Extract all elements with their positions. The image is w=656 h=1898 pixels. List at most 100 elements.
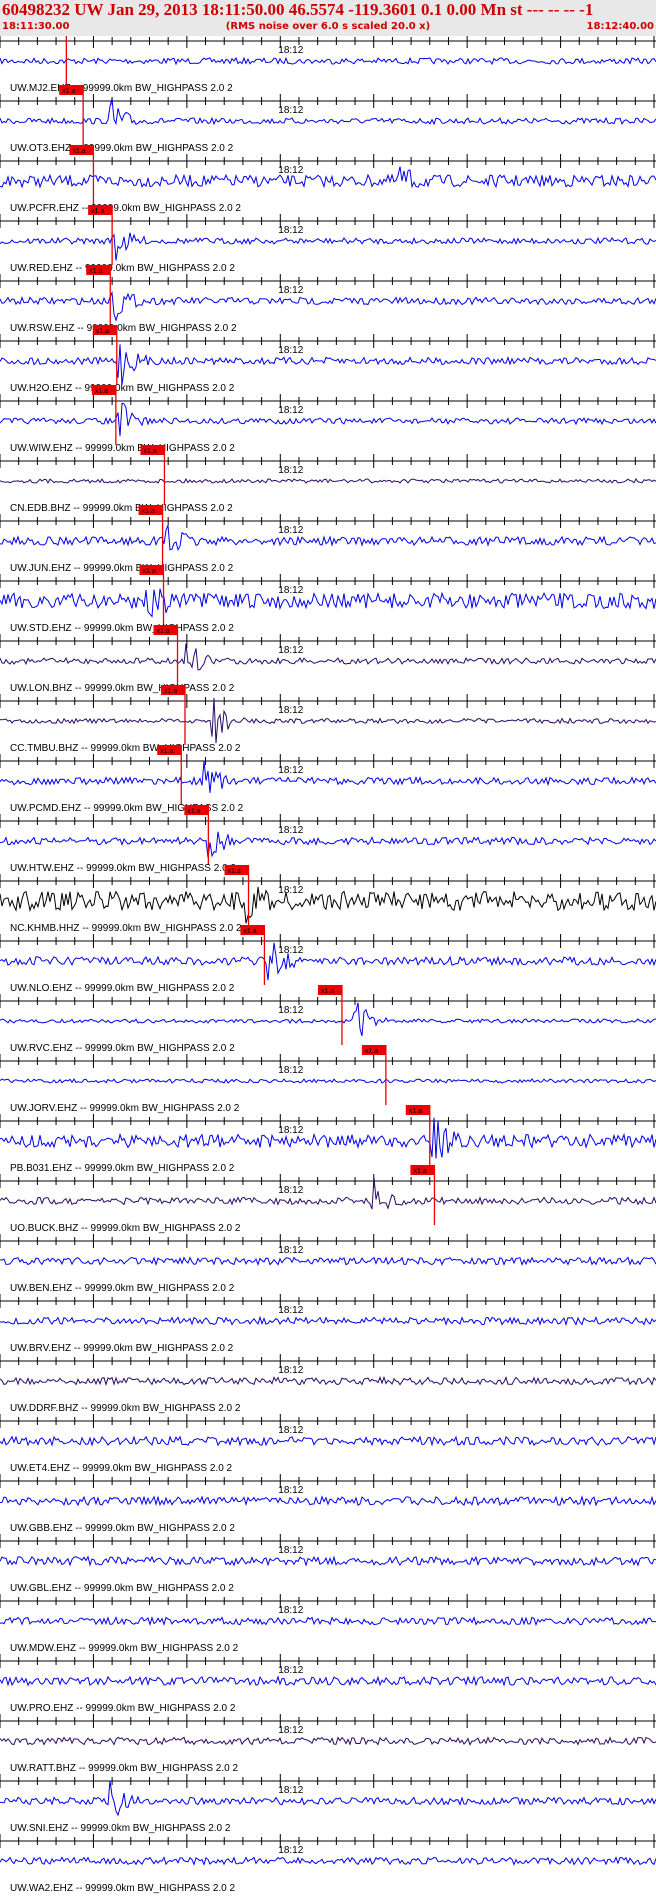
station-label: UW.OT3.EHZ -- 99999.0km BW_HIGHPASS 2.0 … <box>10 143 234 154</box>
station-label: UO.BUCK.BHZ -- 99999.0km BW_HIGHPASS 2.0… <box>10 1223 241 1234</box>
waveform-line <box>0 166 656 189</box>
station-label: UW.RATT.BHZ -- 99999.0km BW_HIGHPASS 2.0… <box>10 1763 238 1774</box>
trace-row: 18:12x1.aUW.H2O.EHZ -- 99999.0km BW_HIGH… <box>0 325 656 394</box>
pick-label: x1.a <box>160 748 173 755</box>
trace-row: 18:12 UW.ET4.EHZ -- 99999.0km BW_HIGHPASS… <box>0 1414 656 1474</box>
center-time-label: 18:12 <box>278 1125 303 1136</box>
station-label: UW.HTW.EHZ -- 99999.0km BW_HIGHPASS 2.0 … <box>10 863 236 874</box>
station-label: UW.BEN.EHZ -- 99999.0km BW_HIGHPASS 2.0 … <box>10 1283 235 1294</box>
trace-row: 18:12 x1.aUW.MJ2.EHZ -- 99999.0km BW_HIGH… <box>0 36 656 94</box>
pick-label: x1.a <box>89 268 102 275</box>
pick-label: x1.a <box>187 808 200 815</box>
center-time-label: 18:12 <box>278 645 303 656</box>
event-title: 60498232 UW Jan 29, 2013 18:11:50.00 46.… <box>2 0 594 19</box>
trace-row: 18:12 x1.a PB.B031.EHZ -- 99999.0km BW_HIG… <box>0 1105 656 1174</box>
waveform-line <box>0 1177 656 1210</box>
rms-noise-note: (RMS noise over 6.0 s scaled 20.0 x) <box>225 21 431 32</box>
trace-row: 18:12x1.aUW.RED.EHZ -- 99999.0km BW_HIGH… <box>0 205 656 274</box>
center-time-label: 18:12 <box>278 765 303 776</box>
pick-label: x1.a <box>321 988 334 995</box>
trace-row: 18:12 x1.a UW.NLO.EHZ -- 99999.0km BW_HIGH… <box>0 925 656 994</box>
waveform-line <box>0 232 656 261</box>
center-time-label: 18:12 <box>278 405 303 416</box>
pick-label: x1.a <box>365 1048 378 1055</box>
station-label: UW.MJ2.EHZ -- 99999.0km BW_HIGHPASS 2.0 … <box>10 83 233 94</box>
trace-row: 18:12 x1.a UW.JORV.EHZ -- 99999.0km BW_HIG… <box>0 1045 656 1114</box>
end-time-label: 18:12:40.00 <box>586 21 654 32</box>
station-label: UW.ET4.EHZ -- 99999.0km BW_HIGHPASS 2.0 … <box>10 1463 233 1474</box>
center-time-label: 18:12 <box>278 1545 303 1556</box>
pick-label: x1.a <box>157 628 170 635</box>
center-time-label: 18:12 <box>278 705 303 716</box>
trace-row: 18:12x1.aUW.PCFR.EHZ -- 99999.0km BW_HIG… <box>0 145 656 214</box>
waveform-line <box>0 1856 656 1866</box>
pick-label: x1.a <box>95 388 108 395</box>
waveform-line <box>0 1375 656 1387</box>
waveform-line <box>0 1555 656 1567</box>
pick-label: x1.a <box>143 568 156 575</box>
pick-label: x1.a <box>409 1108 422 1115</box>
seismogram-panel: 18:12 x1.a UW.MJ2.EHZ -- 99999.0km BW_HIGH… <box>0 36 656 1894</box>
trace-row: 18:12 UW.SNI.EHZ -- 99999.0km BW_HIGHPASS… <box>0 1774 656 1834</box>
trace-row: 18:12 UW.BRV.EHZ -- 99999.0km BW_HIGHPASS… <box>0 1294 656 1354</box>
pick-label: x1.a <box>243 928 256 935</box>
center-time-label: 18:12 <box>278 285 303 296</box>
center-time-label: 18:12 <box>278 1245 303 1256</box>
trace-row: 18:12x1.aUW.WIW.EHZ -- 99999.0km BW_HIGH… <box>0 385 656 454</box>
waveform-line <box>0 1002 656 1037</box>
trace-row: 18:12x1.aCN.EDB.BHZ -- 99999.0km BW_HIGH… <box>0 445 656 514</box>
pick-label: x1.a <box>91 208 104 215</box>
center-time-label: 18:12 <box>278 225 303 236</box>
trace-row: 18:12 UW.GBL.EHZ -- 99999.0km BW_HIGHPASS… <box>0 1534 656 1594</box>
center-time-label: 18:12 <box>278 585 303 596</box>
waveform-line <box>0 1495 656 1507</box>
waveform-line <box>0 1780 656 1817</box>
waveform-line <box>0 760 656 793</box>
center-time-label: 18:12 <box>278 1485 303 1496</box>
pick-label: x1.a <box>142 508 155 515</box>
waveform-line <box>0 525 656 552</box>
center-time-label: 18:12 <box>278 1605 303 1616</box>
waveform-line <box>0 942 656 981</box>
pick-label: x1.a <box>164 688 177 695</box>
trace-row: 18:12x1.aUW.HTW.EHZ -- 99999.0km BW_HIGH… <box>0 805 656 874</box>
trace-row: 18:12 x1.a UW.RVC.EHZ -- 99999.0km BW_HIGH… <box>0 985 656 1054</box>
waveform-line <box>0 56 656 66</box>
station-label: UW.BRV.EHZ -- 99999.0km BW_HIGHPASS 2.0 … <box>10 1343 234 1354</box>
center-time-label: 18:12 <box>278 1005 303 1016</box>
waveform-line <box>0 477 656 484</box>
station-label: PB.B031.EHZ -- 99999.0km BW_HIGHPASS 2.0… <box>10 1163 235 1174</box>
waveform-line <box>0 643 656 671</box>
center-time-label: 18:12 <box>278 1785 303 1796</box>
waveform-line <box>0 402 656 437</box>
trace-row: 18:12x1.aUW.RSW.EHZ -- 99999.0km BW_HIGH… <box>0 265 656 334</box>
trace-row: 18:12 UW.DDRF.BHZ -- 99999.0km BW_HIGHPAS… <box>0 1354 656 1414</box>
station-label: UW.WA2.EHZ -- 99999.0km BW_HIGHPASS 2.0 … <box>10 1883 236 1894</box>
station-label: UW.RSW.EHZ -- 99999.0km BW_HIGHPASS 2.0 … <box>10 323 237 334</box>
station-label: UW.PRO.EHZ -- 99999.0km BW_HIGHPASS 2.0 … <box>10 1703 236 1714</box>
station-label: UW.LON.BHZ -- 99999.0km BW_HIGHPASS 2.0 … <box>10 683 235 694</box>
center-time-label: 18:12 <box>278 1845 303 1856</box>
station-label: NC.KHMB.HHZ -- 99999.0km BW_HIGHPASS 2.0… <box>10 923 242 934</box>
trace-row: 18:12x1.aUW.LON.BHZ -- 99999.0km BW_HIGH… <box>0 625 656 694</box>
station-label: UW.H2O.EHZ -- 99999.0km BW_HIGHPASS 2.0 … <box>10 383 235 394</box>
pick-label: x1.a <box>96 328 109 335</box>
station-label: UW.SNI.EHZ -- 99999.0km BW_HIGHPASS 2.0 … <box>10 1823 231 1834</box>
pick-label: x1.a <box>72 148 85 155</box>
waveform-line <box>0 290 656 322</box>
station-label: CN.EDB.BHZ -- 99999.0km BW_HIGHPASS 2.0 … <box>10 503 233 514</box>
center-time-label: 18:12 <box>278 885 303 896</box>
trace-row: 18:12 x1.aUW.OT3.EHZ -- 99999.0km BW_HIGH… <box>0 85 656 154</box>
waveform-line <box>0 831 656 858</box>
center-time-label: 18:12 <box>278 165 303 176</box>
station-label: UW.RED.EHZ -- 99999.0km BW_HIGHPASS 2.0 … <box>10 263 235 274</box>
center-time-label: 18:12 <box>278 1365 303 1376</box>
waveform-line <box>0 1315 656 1327</box>
waveform-line <box>0 1675 656 1687</box>
center-time-label: 18:12 <box>278 345 303 356</box>
trace-row: 18:12x1.aCC.TMBU.BHZ -- 99999.0km BW_HIG… <box>0 685 656 754</box>
station-label: UW.JUN.EHZ -- 99999.0km BW_HIGHPASS 2.0 … <box>10 563 234 574</box>
trace-row: 18:12 x1.a UO.BUCK.BHZ -- 99999.0km BW_HIG… <box>0 1165 656 1234</box>
center-time-label: 18:12 <box>278 105 303 116</box>
center-time-label: 18:12 <box>278 1665 303 1676</box>
